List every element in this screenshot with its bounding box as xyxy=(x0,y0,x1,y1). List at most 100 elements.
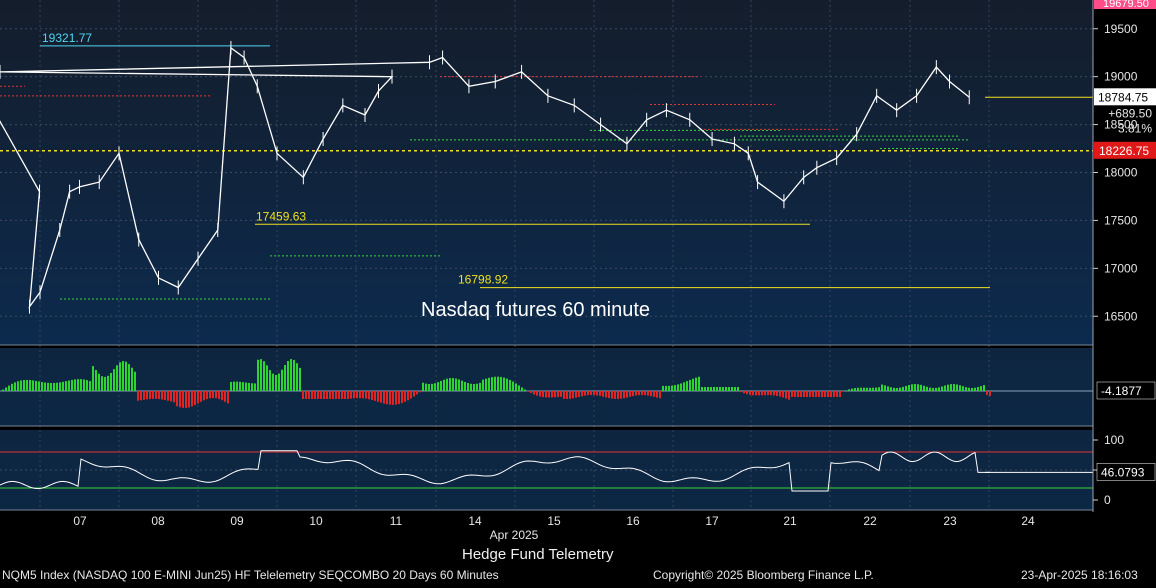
hist-bar xyxy=(377,391,379,402)
hist-bar xyxy=(560,391,562,397)
hist-bar xyxy=(866,388,868,391)
hist-bar xyxy=(956,384,958,391)
hist-bar xyxy=(26,380,28,391)
hist-bar xyxy=(422,383,424,391)
hist-bar xyxy=(584,391,586,396)
hist-bar xyxy=(761,391,763,395)
hist-bar xyxy=(455,379,457,391)
hist-bar xyxy=(44,382,46,391)
hist-bar xyxy=(428,384,430,391)
hist-bar xyxy=(173,391,175,402)
hist-bar xyxy=(137,391,139,401)
hist-bar xyxy=(371,391,373,400)
hist-bar xyxy=(341,391,343,399)
hist-bar xyxy=(2,390,4,391)
hist-bar xyxy=(383,391,385,404)
hist-bar xyxy=(191,391,193,406)
hist-bar xyxy=(740,391,742,392)
x-tick-label: 07 xyxy=(73,514,87,528)
footer-right: 23-Apr-2025 18:16:03 xyxy=(1021,568,1138,582)
hist-bar xyxy=(74,379,76,391)
y-tick-label: 19500 xyxy=(1104,22,1138,36)
hist-bar xyxy=(938,387,940,391)
hist-bar xyxy=(947,385,949,391)
y-tick-label: 19000 xyxy=(1104,70,1138,84)
x-tick-label: 08 xyxy=(151,514,165,528)
hist-bar xyxy=(932,388,934,391)
hist-bar xyxy=(320,391,322,399)
hist-bar xyxy=(569,391,571,399)
hist-bar xyxy=(605,391,607,397)
hist-bar xyxy=(716,387,718,391)
hist-bar xyxy=(581,391,583,396)
hist-bar xyxy=(983,385,985,391)
hist-bar xyxy=(32,380,34,391)
hist-bar xyxy=(509,380,511,391)
hist-bar xyxy=(710,387,712,391)
hist-bar xyxy=(908,385,910,391)
hist-bar xyxy=(212,391,214,398)
hist-bar xyxy=(860,388,862,391)
hist-bar xyxy=(494,377,496,391)
hist-bar xyxy=(863,388,865,391)
hist-bar xyxy=(293,360,295,391)
hist-bar xyxy=(80,379,82,391)
hist-bar xyxy=(782,391,784,397)
hist-bar xyxy=(842,391,844,392)
hist-bar xyxy=(236,382,238,391)
hist-bar xyxy=(902,387,904,391)
hist-bar xyxy=(467,383,469,391)
hist-bar xyxy=(167,391,169,401)
x-tick-label: 15 xyxy=(547,514,561,528)
hist-last-value: -4.1877 xyxy=(1101,384,1142,398)
hist-bar xyxy=(707,387,709,391)
hist-bar xyxy=(473,384,475,391)
hist-bar xyxy=(674,385,676,391)
hist-bar xyxy=(14,382,16,391)
hist-bar xyxy=(608,391,610,398)
hist-bar xyxy=(923,386,925,391)
hist-bar xyxy=(395,391,397,405)
hist-bar xyxy=(401,391,403,403)
hist-bar xyxy=(257,360,259,391)
hist-bar xyxy=(530,391,532,393)
hist-bar xyxy=(464,382,466,391)
hist-bar xyxy=(251,383,253,391)
x-tick-label: 24 xyxy=(1021,514,1035,528)
hist-bar xyxy=(404,391,406,402)
hist-bar xyxy=(506,379,508,391)
hist-bar xyxy=(365,391,367,399)
hist-bar xyxy=(38,381,40,391)
hist-bar xyxy=(935,388,937,391)
hist-bar xyxy=(878,387,880,391)
hist-bar xyxy=(215,391,217,398)
hist-bar xyxy=(143,391,145,400)
hist-bar xyxy=(818,391,820,397)
hist-bar xyxy=(122,361,124,391)
hist-bar xyxy=(968,388,970,391)
hist-bar xyxy=(893,388,895,391)
hist-bar xyxy=(566,391,568,399)
hist-bar xyxy=(248,383,250,391)
hist-bar xyxy=(872,388,874,391)
hist-bar xyxy=(650,391,652,396)
x-tick-label: 22 xyxy=(863,514,877,528)
hist-bar xyxy=(572,391,574,398)
hist-bar xyxy=(881,385,883,391)
hist-bar xyxy=(479,383,481,391)
hist-bar xyxy=(110,373,112,391)
hist-panel-bg xyxy=(0,348,1093,426)
hist-bar xyxy=(209,391,211,398)
hist-bar xyxy=(386,391,388,404)
hist-bar xyxy=(677,384,679,391)
hist-bar xyxy=(431,384,433,391)
hist-bar xyxy=(56,383,58,391)
hist-bar xyxy=(359,391,361,398)
hist-bar xyxy=(551,391,553,397)
footer-title: Hedge Fund Telemetry xyxy=(462,546,613,563)
hist-bar xyxy=(206,391,208,399)
hist-bar xyxy=(836,391,838,397)
hist-bar xyxy=(218,391,220,399)
hist-bar xyxy=(203,391,205,400)
hist-bar xyxy=(809,391,811,397)
